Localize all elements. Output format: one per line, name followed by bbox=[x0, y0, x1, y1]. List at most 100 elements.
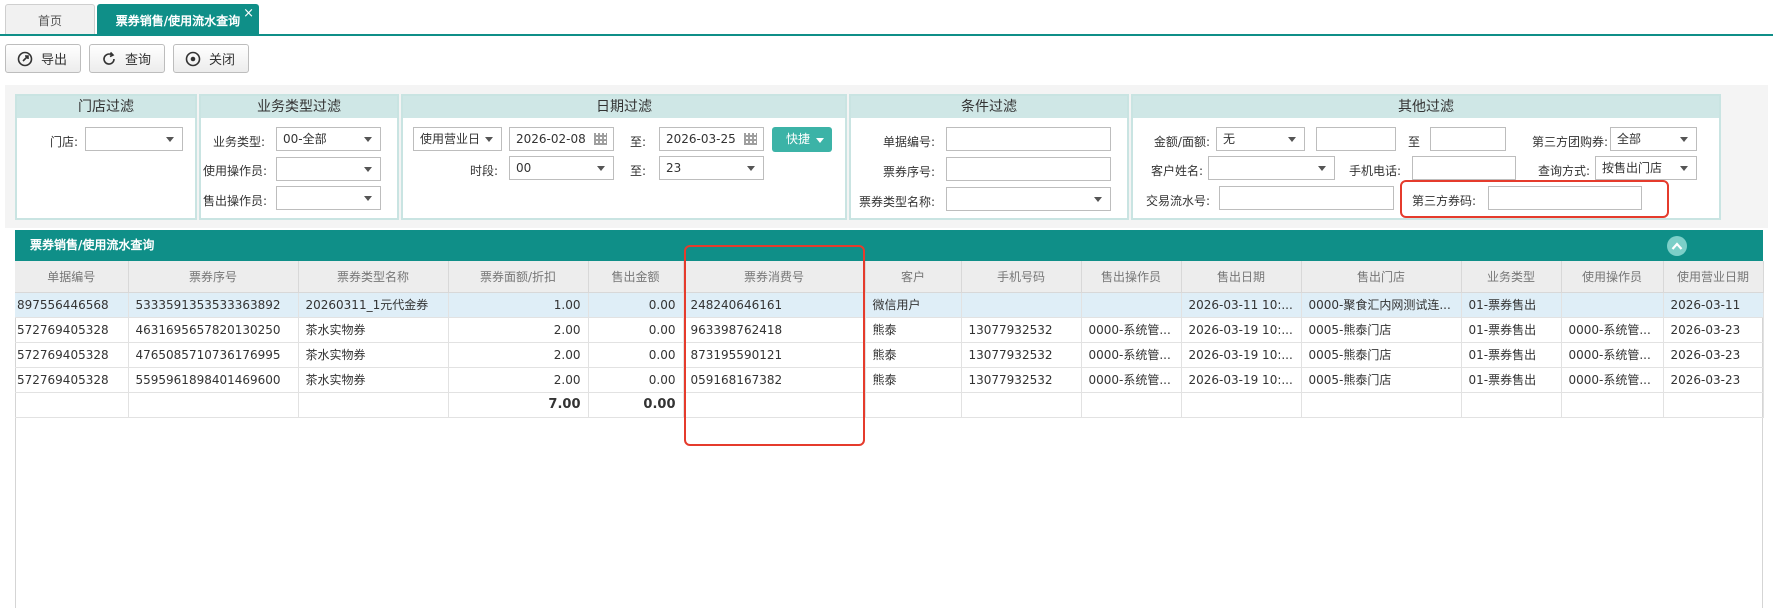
cell: 4765085710736176995 bbox=[128, 342, 299, 368]
col-header[interactable]: 业务类型 bbox=[1461, 261, 1562, 293]
phone-input[interactable] bbox=[1412, 156, 1516, 180]
customer-name-select[interactable] bbox=[1208, 156, 1335, 180]
cell: 963398762418 bbox=[683, 317, 866, 343]
cell: 2026-03-23 bbox=[1663, 367, 1764, 393]
calendar-icon[interactable] bbox=[744, 133, 757, 145]
total-sold-amount: 0.00 bbox=[588, 392, 684, 418]
amount-mode-value: 无 bbox=[1223, 132, 1236, 146]
cell: 20260311_1元代金券 bbox=[298, 292, 449, 318]
amount-max-input[interactable] bbox=[1430, 127, 1506, 151]
chevron-down-icon bbox=[166, 137, 174, 142]
chevron-down-icon bbox=[485, 137, 493, 142]
chevron-down-icon bbox=[1094, 197, 1102, 202]
cell: 5333591353533363892 bbox=[128, 292, 299, 318]
third-group-value: 全部 bbox=[1617, 132, 1642, 146]
query-mode-label: 查询方式: bbox=[1537, 164, 1590, 178]
col-header[interactable]: 使用营业日期 bbox=[1663, 261, 1764, 293]
bill-no-input[interactable] bbox=[946, 127, 1111, 151]
cell bbox=[961, 392, 1082, 418]
cell bbox=[1461, 392, 1562, 418]
col-header[interactable]: 手机号码 bbox=[961, 261, 1082, 293]
sell-operator-select[interactable] bbox=[276, 186, 381, 210]
cell: 0005-熊泰门店 bbox=[1301, 317, 1462, 343]
table-row[interactable]: 572769405328 4765085710736176995 茶水实物券 2… bbox=[15, 342, 1764, 368]
date-type-select[interactable]: 使用营业日 bbox=[413, 127, 502, 151]
cell: 0000-系统管... bbox=[1561, 317, 1664, 343]
chevron-down-icon bbox=[1680, 137, 1688, 142]
toolbar: 导出 查询 关闭 bbox=[0, 40, 1773, 76]
business-type-select[interactable]: 00-全部 bbox=[276, 127, 381, 151]
start-date-input[interactable]: 2026-02-08 bbox=[509, 127, 614, 151]
period-end-select[interactable]: 23 bbox=[659, 156, 764, 180]
cell: 2.00 bbox=[448, 367, 589, 393]
col-header[interactable]: 票券序号 bbox=[128, 261, 299, 293]
table-row[interactable]: 572769405328 5595961898401469600 茶水实物券 2… bbox=[15, 367, 1764, 393]
cell: 2026-03-23 bbox=[1663, 342, 1764, 368]
cell: 2026-03-19 10:... bbox=[1181, 367, 1302, 393]
cell: 0.00 bbox=[588, 367, 684, 393]
txn-no-input[interactable] bbox=[1219, 186, 1394, 210]
close-tab-icon[interactable]: × bbox=[243, 7, 254, 20]
tab-home[interactable]: 首页 bbox=[5, 4, 95, 35]
cell bbox=[961, 292, 1082, 318]
period-start-select[interactable]: 00 bbox=[509, 156, 614, 180]
cell: 0000-系统管... bbox=[1561, 342, 1664, 368]
cell: 2026-03-19 10:... bbox=[1181, 317, 1302, 343]
table-row[interactable]: 572769405328 4631695657820130250 茶水实物券 2… bbox=[15, 317, 1764, 343]
col-header[interactable]: 售出金额 bbox=[588, 261, 684, 293]
cell bbox=[1081, 392, 1182, 418]
col-header[interactable]: 使用操作员 bbox=[1561, 261, 1664, 293]
col-header[interactable]: 票券类型名称 bbox=[298, 261, 449, 293]
third-group-select[interactable]: 全部 bbox=[1610, 127, 1697, 151]
col-header[interactable]: 客户 bbox=[865, 261, 962, 293]
bill-no-label: 单据编号: bbox=[882, 135, 935, 149]
amount-min-input[interactable] bbox=[1316, 127, 1396, 151]
third-code-input[interactable] bbox=[1488, 186, 1642, 210]
tab-ticket-flow-query[interactable]: 票券销售/使用流水查询 × bbox=[97, 4, 259, 35]
query-button[interactable]: 查询 bbox=[89, 44, 165, 73]
cell: 5595961898401469600 bbox=[128, 367, 299, 393]
col-header[interactable]: 售出操作员 bbox=[1081, 261, 1182, 293]
ticket-seq-input[interactable] bbox=[946, 157, 1111, 181]
cell: 0.00 bbox=[588, 317, 684, 343]
table-row[interactable]: 897556446568 5333591353533363892 2026031… bbox=[15, 292, 1764, 318]
third-code-label: 第三方券码: bbox=[1412, 194, 1477, 208]
amount-mode-select[interactable]: 无 bbox=[1216, 127, 1305, 151]
cell: 2.00 bbox=[448, 317, 589, 343]
table-header-row: 单据编号 票券序号 票券类型名称 票券面额/折扣 售出金额 票券消费号 客户 手… bbox=[15, 261, 1764, 293]
cell: 茶水实物券 bbox=[298, 367, 449, 393]
col-header[interactable]: 单据编号 bbox=[15, 261, 129, 293]
cell: 01-票券售出 bbox=[1461, 292, 1562, 318]
chevron-down-icon bbox=[816, 138, 824, 143]
export-icon bbox=[17, 51, 33, 66]
cell: 248240646161 bbox=[683, 292, 866, 318]
close-button[interactable]: 关闭 bbox=[173, 44, 249, 73]
cell: 01-票券售出 bbox=[1461, 342, 1562, 368]
cell: 微信用户 bbox=[865, 292, 962, 318]
use-operator-select[interactable] bbox=[276, 157, 381, 181]
col-header[interactable]: 票券面额/折扣 bbox=[448, 261, 589, 293]
end-date-input[interactable]: 2026-03-25 bbox=[659, 127, 764, 151]
query-mode-select[interactable]: 按售出门店 bbox=[1595, 156, 1697, 180]
chevron-down-icon bbox=[1318, 166, 1326, 171]
cell: 572769405328 bbox=[15, 367, 129, 393]
cell: 熊泰 bbox=[865, 367, 962, 393]
query-label: 查询 bbox=[125, 53, 152, 68]
customer-name-label: 客户姓名: bbox=[1150, 164, 1203, 178]
chevron-down-icon bbox=[364, 167, 372, 172]
collapse-button[interactable] bbox=[1667, 236, 1687, 256]
query-mode-value: 按售出门店 bbox=[1602, 161, 1663, 175]
cell: 873195590121 bbox=[683, 342, 866, 368]
col-header[interactable]: 售出日期 bbox=[1181, 261, 1302, 293]
export-label: 导出 bbox=[41, 53, 68, 68]
cell: 897556446568 bbox=[15, 292, 129, 318]
store-select[interactable] bbox=[85, 127, 183, 151]
date-type-value: 使用营业日 bbox=[420, 132, 481, 146]
calendar-icon[interactable] bbox=[594, 133, 607, 145]
ticket-type-name-select[interactable] bbox=[946, 187, 1111, 211]
totals-row: 7.00 0.00 bbox=[15, 392, 1764, 418]
col-header[interactable]: 售出门店 bbox=[1301, 261, 1462, 293]
quick-date-button[interactable]: 快捷 bbox=[772, 127, 832, 152]
col-header[interactable]: 票券消费号 bbox=[683, 261, 866, 293]
export-button[interactable]: 导出 bbox=[5, 44, 81, 73]
